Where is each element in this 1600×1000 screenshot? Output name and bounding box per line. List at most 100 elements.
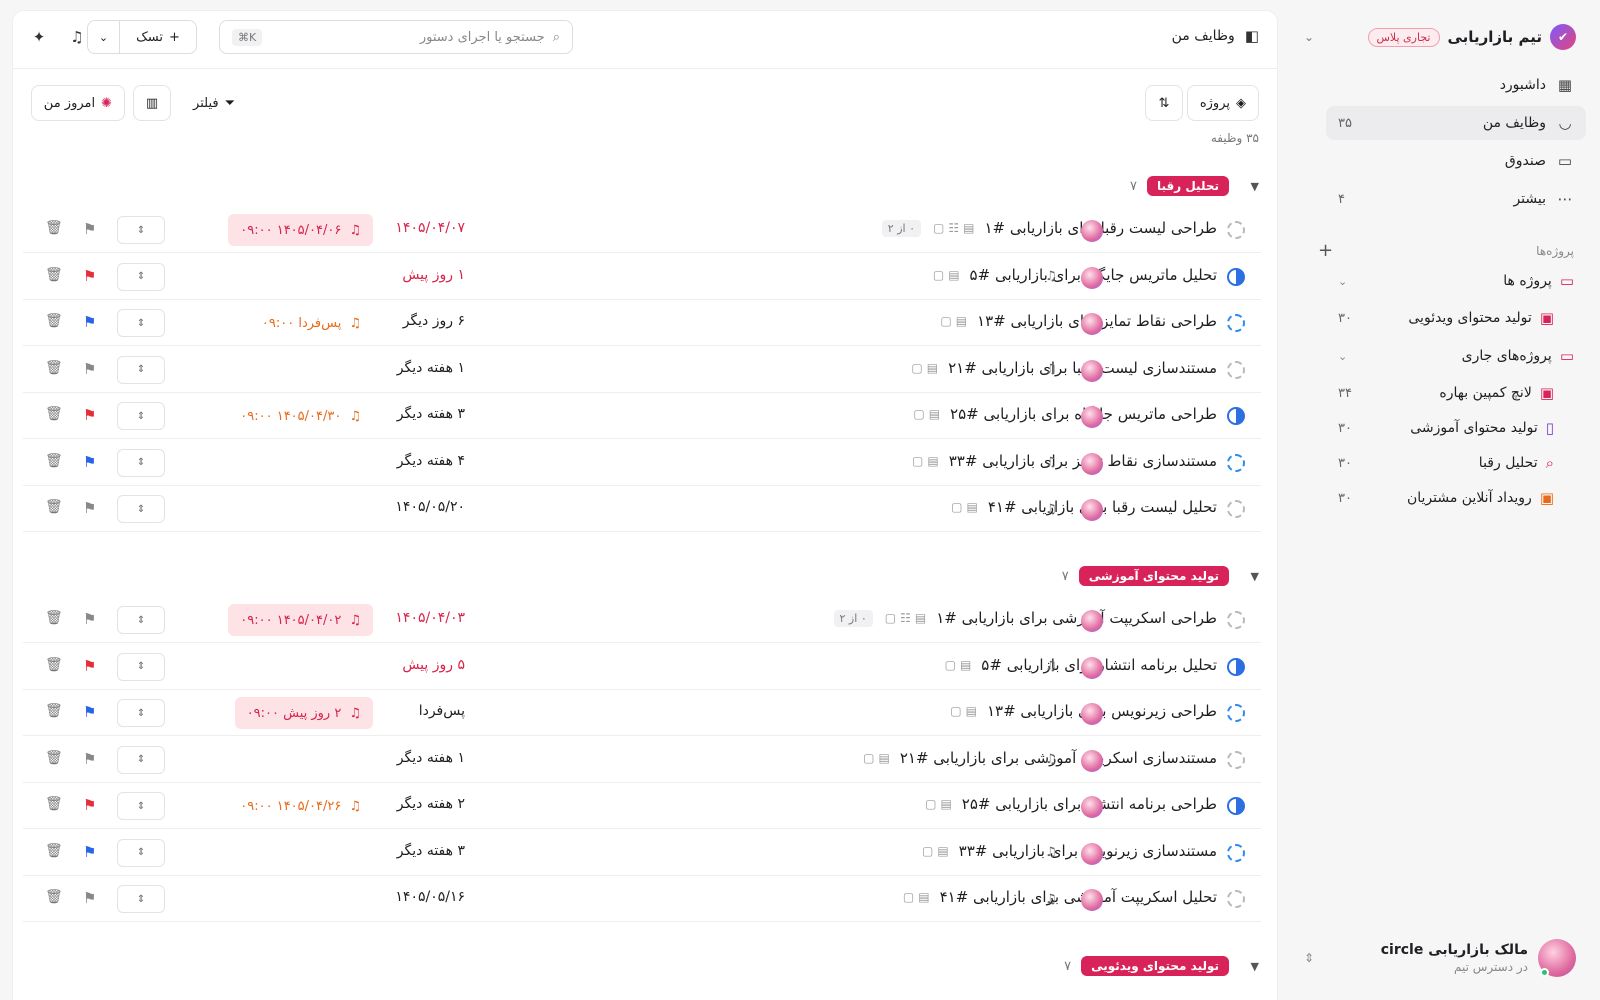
due-date[interactable]: ۵ روز پیش [402,657,465,673]
trash-icon[interactable]: 🗑 [45,843,63,859]
reminder[interactable]: ♫ ۱۴۰۵/۰۴/۰۶ ۰۹:۰۰ [228,214,373,246]
trash-icon[interactable]: 🗑 [45,750,63,766]
task-row[interactable]: مستندسازی لیست رقبا برای بازاریابی #۲۱▤▢… [23,347,1261,393]
chevron-updown-icon[interactable]: ⇕ [1304,951,1314,965]
avatar[interactable] [1081,796,1103,818]
task-row[interactable]: تحلیل برنامه انتشار برای بازاریابی #۵ ▤ ▢ ۵… [23,644,1261,690]
flag-icon[interactable]: ⚑ [83,360,96,378]
avatar[interactable] [1081,889,1103,911]
task-title[interactable]: تحلیل ماتریس جایگاه برای بازاریابی #۵ ▤ ▢ [933,266,1217,284]
caret-down-icon[interactable]: ▼ [1239,960,1259,973]
avatar[interactable] [1081,610,1103,632]
due-date[interactable]: ۶ روز دیگر [403,313,465,329]
avatar[interactable] [1081,359,1103,382]
flag-icon[interactable]: ⚑ [83,889,96,907]
due-date[interactable]: ۴ هفته دیگر [397,453,465,469]
due-date[interactable]: ۳ هفته دیگر [397,843,465,859]
avatar[interactable] [1081,499,1103,521]
task-row[interactable]: طراحی نقاط تمایز برای بازاریابی #۱۳ ▤ ▢ ۶ ر… [23,300,1261,346]
team-switcher[interactable]: ✔ تیم بازاریابی تجاری پلاس ⌄ [1304,20,1576,54]
status-circle[interactable] [1227,314,1245,332]
status-circle[interactable] [1227,407,1245,425]
avatar[interactable] [1081,749,1103,772]
flag-icon[interactable]: ⚑ [83,843,96,861]
chevron-down-icon[interactable]: ⌄ [1338,350,1347,363]
due-date[interactable]: پس‌فردا [419,703,465,719]
reminder[interactable]: ♫ پس‌فردا ۰۹:۰۰ [250,307,373,339]
reminder[interactable]: ♫ [1033,837,1069,869]
caret-down-icon[interactable]: ▼ [1239,180,1259,193]
reminder[interactable]: ♫ [1033,447,1069,479]
avatar[interactable] [1081,452,1103,475]
reminder[interactable]: ♫ [1033,651,1069,683]
due-date[interactable]: ۱ هفته دیگر [397,750,465,766]
flag-icon[interactable]: ⚑ [83,267,96,285]
flag-icon[interactable]: ⚑ [83,750,96,768]
due-date[interactable]: ۲ هفته دیگر [397,796,465,812]
task-row[interactable]: طراحی اسکریپت آموزشی برای بازاریابی #۱ ▤ ☷… [23,597,1261,643]
trash-icon[interactable]: 🗑 [45,453,63,469]
project-group-button[interactable]: ◈ پروژه [1186,85,1259,121]
due-date[interactable]: ۱۴۰۵/۰۴/۰۷ [395,220,465,236]
task-row[interactable]: مستندسازی زیرنویس برای بازاریابی #۳۳ ▤ ▢ ۳ … [23,830,1261,876]
trash-icon[interactable]: 🗑 [45,610,63,626]
trash-icon[interactable]: 🗑 [45,499,63,515]
flag-icon[interactable]: ⚑ [83,499,96,517]
due-date[interactable]: ۱ روز پیش [402,267,465,283]
task-title[interactable]: طراحی اسکریپت آموزشی برای بازاریابی #۱ ▤ ☷… [833,609,1217,627]
priority-stepper[interactable]: ⇕ [117,216,165,244]
status-circle[interactable] [1227,500,1245,518]
trash-icon[interactable]: 🗑 [45,406,63,422]
task-row[interactable]: طراحی ماتریس جایگاه برای بازاریابی #۲۵▤▢… [23,393,1261,439]
avatar[interactable] [1081,220,1103,242]
chevron-down-icon[interactable]: ⌄ [1338,275,1347,288]
priority-stepper[interactable]: ⇕ [117,309,165,337]
sidebar-toggle-icon[interactable]: ◧ [1245,27,1259,45]
search-input[interactable]: ⌕ جستجو یا اجرای دستور ⌘K [219,20,573,54]
add-project-icon[interactable]: + [1318,240,1333,261]
status-circle[interactable] [1227,657,1245,676]
flag-icon[interactable]: ⚑ [83,796,96,814]
reminder[interactable]: ♫ ۱۴۰۵/۰۴/۳۰ ۰۹:۰۰ [228,400,373,432]
trash-icon[interactable]: 🗑 [45,360,63,376]
reminder[interactable]: ♫ [1033,261,1069,293]
sidebar-item-my-tasks[interactable]: ◡ وظایف من ۳۵ [1326,106,1586,140]
due-date[interactable]: ۳ هفته دیگر [397,406,465,422]
group-header[interactable]: ▼ تولید محتوای آموزشی ۷ [23,561,1259,591]
status-circle[interactable] [1227,704,1245,722]
task-title[interactable]: طراحی برنامه انتشار برای بازاریابی #۲۵ ▤ ▢ [925,795,1217,813]
task-row[interactable]: مستندسازی اسکریپت آموزشی برای بازاریابی … [23,737,1261,783]
project-competitor-analysis[interactable]: ⌕ تحلیل رقبا ۳۰ [1326,447,1586,479]
task-row[interactable]: طراحی لیست رقبا برای بازاریابی #۱ ▤ ☷ ▢ ۰ از… [23,207,1261,253]
sidebar-item-inbox[interactable]: ▭ صندوق [1326,144,1586,178]
sidebar-item-dashboard[interactable]: ▦ داشبورد [1326,68,1586,102]
project-online-event[interactable]: ▣ رویداد آنلاین مشتریان ۳۰ [1326,482,1586,514]
status-circle[interactable] [1227,843,1245,862]
task-row[interactable]: طراحی برنامه انتشار برای بازاریابی #۲۵ ▤ ▢… [23,783,1261,829]
avatar[interactable] [1081,703,1103,725]
chevron-down-icon[interactable]: ⌄ [1304,30,1314,44]
folder-projects[interactable]: ▭ پروژه ها ⌄ [1326,265,1586,297]
priority-stepper[interactable]: ⇕ [117,792,165,820]
trash-icon[interactable]: 🗑 [45,889,63,905]
group-header[interactable]: ▼ تحلیل رقبا ۷ [23,171,1259,201]
priority-stepper[interactable]: ⇕ [117,745,165,774]
trash-icon[interactable]: 🗑 [45,267,63,283]
task-row[interactable]: تحلیل اسکریپت آموزشی برای بازاریابی #۴۱ ▤… [23,876,1261,922]
sort-button[interactable]: ⇅ [1145,85,1183,121]
status-circle[interactable] [1227,453,1245,472]
task-title[interactable]: طراحی ماتریس جایگاه برای بازاریابی #۲۵▤▢ [913,405,1217,423]
avatar[interactable] [1081,656,1103,679]
flag-icon[interactable]: ⚑ [83,657,96,675]
priority-stepper[interactable]: ⇕ [117,885,165,913]
project-spring-campaign[interactable]: ▣ لانچ کمپین بهاره ۳۴ [1326,377,1586,409]
trash-icon[interactable]: 🗑 [45,796,63,812]
chevron-down-icon[interactable]: ⌄ [88,21,120,53]
reminder[interactable]: ♫ ۱۴۰۵/۰۴/۲۶ ۰۹:۰۰ [228,790,373,822]
caret-down-icon[interactable]: ▼ [1239,570,1259,583]
flag-icon[interactable]: ⚑ [83,220,96,238]
priority-stepper[interactable]: ⇕ [117,402,165,430]
priority-stepper[interactable]: ⇕ [117,838,165,867]
due-date[interactable]: ۱۴۰۵/۰۵/۲۰ [395,499,465,515]
flag-icon[interactable]: ⚑ [83,313,96,331]
